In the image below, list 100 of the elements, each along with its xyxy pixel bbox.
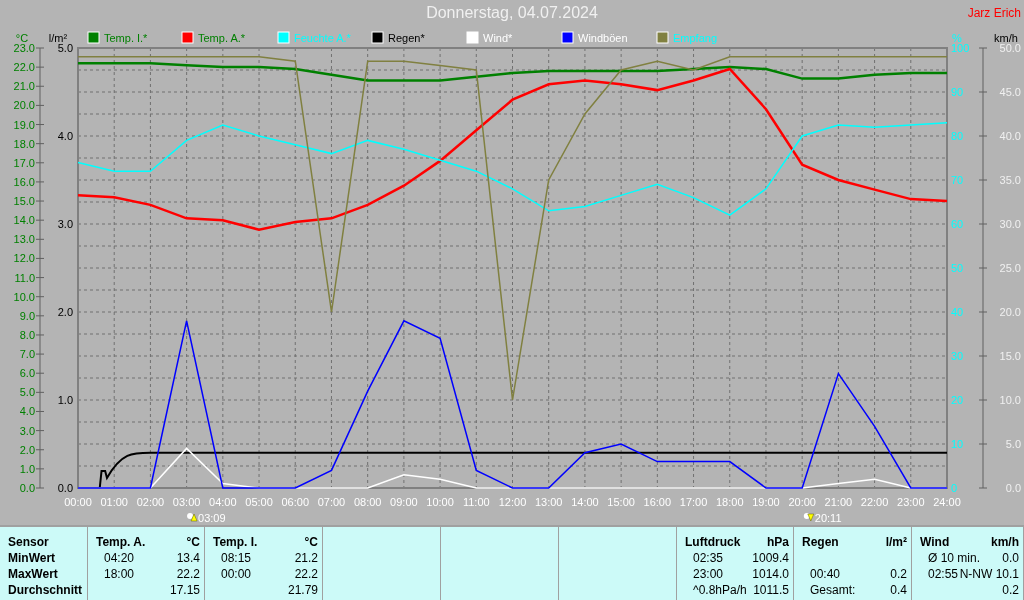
value-cell: 1009.4 xyxy=(752,550,789,566)
value-cell: 13.4 xyxy=(176,550,200,566)
axis-label: 6.0 xyxy=(19,367,35,380)
axis-label: 04:00 xyxy=(209,496,237,508)
axis-label: 0.0 xyxy=(57,482,73,494)
axis-label: 15:00 xyxy=(607,496,635,508)
column-header: Temp. A. xyxy=(96,534,146,550)
time-cell-text: 00:40 xyxy=(809,566,841,582)
legend-label: Temp. I.* xyxy=(104,32,148,44)
axis-label: 30 xyxy=(951,350,964,362)
axis-label: 12.0 xyxy=(13,252,35,265)
column-unit: °C xyxy=(186,534,200,550)
axis-label: 20.0 xyxy=(13,99,35,112)
axis-label: 20:00 xyxy=(788,496,816,508)
axis-label: 00:00 xyxy=(64,496,92,508)
axis-label: 20.0 xyxy=(999,306,1021,318)
axis-label: 02:00 xyxy=(136,496,165,508)
axis-label: 50.0 xyxy=(999,42,1021,54)
sun-time: 20:11 xyxy=(814,512,842,524)
sunset-icon xyxy=(803,513,815,522)
axis-label: 21:00 xyxy=(824,496,853,508)
legend-label: Empfang xyxy=(673,32,718,44)
axis-label: 06:00 xyxy=(281,496,309,508)
axis-label: 9.0 xyxy=(19,309,35,322)
axis-label: 03:00 xyxy=(172,496,201,508)
time-cell-text: 02:35 xyxy=(692,550,724,566)
column-header: Luftdruck xyxy=(685,534,741,550)
axis-label: 14:00 xyxy=(571,496,599,508)
axis-label: 15.0 xyxy=(999,350,1021,362)
axis-label: 0.0 xyxy=(19,482,35,494)
axis-label: 11.0 xyxy=(14,271,35,284)
axis-label: 10.0 xyxy=(13,290,35,303)
row-label: Sensor xyxy=(8,534,50,550)
value-cell: 21.79 xyxy=(287,582,318,598)
axis-unit: l/m² xyxy=(48,32,68,44)
axis-label: 12:00 xyxy=(498,496,527,508)
axis-label: 14.0 xyxy=(13,214,35,227)
axis-label: 3.0 xyxy=(19,424,35,437)
value-cell: 0.4 xyxy=(890,582,907,598)
axis-label: 16:00 xyxy=(643,496,672,508)
axis-label: 11:00 xyxy=(462,496,490,508)
axis-label: 21.0 xyxy=(13,80,35,93)
axis-label: 40.0 xyxy=(999,130,1021,142)
axis-label: 23:00 xyxy=(897,496,925,508)
time-cell-text: ^0.8hPa/h xyxy=(692,582,747,598)
time-cell-text: 18:00 xyxy=(103,566,135,582)
axis-unit: % xyxy=(952,32,962,44)
axis-label: 20 xyxy=(951,394,964,406)
chart-title: Donnerstag, 04.07.2024 xyxy=(426,2,598,23)
axis-label: 15.0 xyxy=(13,195,35,208)
time-cell-text: Gesamt: xyxy=(809,582,856,598)
axis-label: 19.0 xyxy=(13,118,35,131)
axis-label: 10.0 xyxy=(999,394,1021,406)
axis-label: 60 xyxy=(951,218,964,230)
axis-label: 08:00 xyxy=(353,496,382,508)
axis-label: 2.0 xyxy=(57,306,73,318)
column-unit: °C xyxy=(304,534,318,550)
axis-label: 7.0 xyxy=(19,348,35,361)
axis-label: 17:00 xyxy=(679,496,708,508)
axis-label: 23.0 xyxy=(13,42,35,54)
axis-label: 8.0 xyxy=(19,328,35,341)
sun-time: 03:09 xyxy=(198,512,226,524)
row-label: MaxWert xyxy=(8,566,59,582)
axis-label: 01:00 xyxy=(100,496,128,508)
column-header: Wind xyxy=(920,534,950,550)
column-unit: hPa xyxy=(767,534,789,550)
value-cell: 21.2 xyxy=(294,550,318,566)
value-cell: 22.2 xyxy=(176,566,200,582)
axis-label: 30.0 xyxy=(999,218,1021,230)
axis-label: 18:00 xyxy=(716,496,744,508)
axis-label: 13.0 xyxy=(13,233,35,246)
axis-label: 18.0 xyxy=(13,137,35,150)
value-cell: 0.2 xyxy=(890,566,907,582)
axis-label: 05:00 xyxy=(245,496,273,508)
value-cell: 1011.5 xyxy=(753,582,789,598)
row-label: MinWert xyxy=(8,550,57,566)
time-cell-text: Ø 10 min. xyxy=(927,550,981,566)
column-header: Regen xyxy=(802,534,839,550)
axis-label: 5.0 xyxy=(19,386,35,399)
axis-label: 07:00 xyxy=(317,496,346,508)
time-cell-text: 23:00 xyxy=(692,566,724,582)
time-cell-text: 04:20 xyxy=(103,550,135,566)
axis-label: 90 xyxy=(951,86,964,98)
axis-label: 45.0 xyxy=(999,86,1021,98)
legend-label: Temp. A.* xyxy=(198,32,246,44)
legend-label: Regen* xyxy=(388,32,425,44)
axis-label: 50 xyxy=(951,262,964,274)
value-cell: 17.15 xyxy=(169,582,200,598)
legend-label: Windböen xyxy=(578,32,628,44)
value-cell: 1014.0 xyxy=(752,566,789,582)
column-header: Temp. I. xyxy=(213,534,258,550)
axis-label: 25.0 xyxy=(999,262,1021,274)
axis-label: 2.0 xyxy=(19,443,35,456)
axis-label: 3.0 xyxy=(57,218,73,230)
time-cell-text: 02:55 xyxy=(927,566,959,582)
axis-label: 40 xyxy=(951,306,964,318)
axis-label: 09:00 xyxy=(390,496,418,508)
axis-unit: km/h xyxy=(994,32,1018,44)
axis-label: 22.0 xyxy=(13,61,35,74)
axis-label: 4.0 xyxy=(57,130,73,142)
